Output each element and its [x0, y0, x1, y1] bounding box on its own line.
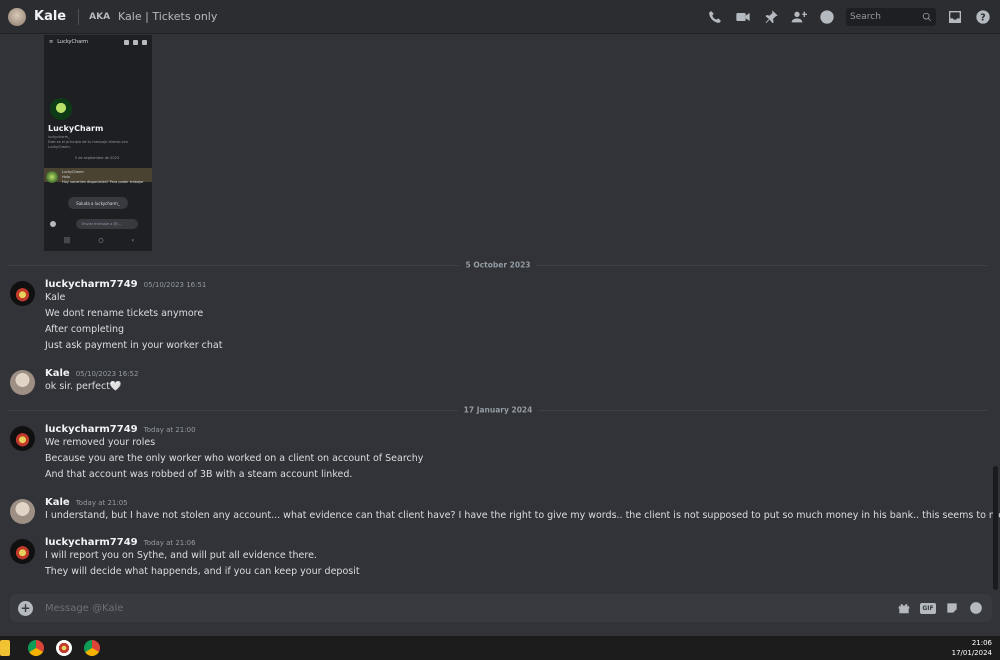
avatar[interactable] [10, 426, 35, 451]
avatar[interactable] [10, 370, 35, 395]
username[interactable]: luckycharm7749 [45, 424, 138, 435]
message-text: ok sir. perfect🤍 [45, 381, 122, 392]
timestamp: Today at 21:00 [143, 426, 196, 434]
attachment-wave-button: Saluda a luckycharm_ [68, 197, 128, 209]
message-header: Kale Today at 21:05 [45, 497, 128, 508]
app-icon[interactable] [56, 640, 72, 656]
message-text: After completing [45, 324, 125, 335]
attachment-nav-back: ‹ [131, 237, 134, 244]
search-input[interactable]: Search [846, 7, 936, 26]
nickname-label: Kale | Tickets only [118, 10, 218, 23]
header-toolbar: Search ? [706, 7, 992, 26]
avatar[interactable] [10, 539, 35, 564]
message-list[interactable]: ≡ LuckyCharm LuckyCharm luckycharm_ Este… [0, 35, 1000, 590]
user-avatar[interactable] [8, 7, 26, 26]
message-header: luckycharm7749 05/10/2023 16:51 [45, 279, 206, 290]
message-text: And that account was robbed of 3B with a… [45, 469, 353, 480]
file-explorer-icon[interactable] [0, 640, 10, 656]
inbox-icon[interactable] [946, 8, 964, 26]
message-text: Just ask payment in your worker chat [45, 340, 223, 351]
chrome-profile-icon[interactable] [84, 640, 100, 656]
attachment-call-icon [124, 39, 129, 45]
sticker-icon[interactable] [944, 600, 960, 616]
attachment-name: LuckyCharm [48, 124, 104, 133]
chrome-icon[interactable] [28, 640, 44, 656]
message-text: They will decide what happends, and if y… [45, 566, 360, 577]
attachment-date: 5 de septiembre de 2023 [74, 156, 120, 160]
attachment-nav-home: ○ [98, 237, 104, 244]
avatar[interactable] [10, 499, 35, 524]
attachment-input: Enviar mensaje a @l... [76, 219, 138, 229]
username[interactable]: luckycharm7749 [45, 537, 138, 548]
gif-label: GIF [920, 602, 936, 614]
image-attachment[interactable]: ≡ LuckyCharm LuckyCharm luckycharm_ Este… [44, 35, 152, 251]
aka-label: AKA [89, 11, 111, 22]
attachment-menu-icon: ≡ [49, 39, 54, 45]
message-header: luckycharm7749 Today at 21:06 [45, 537, 196, 548]
username[interactable]: Kale [45, 497, 70, 508]
dm-user-name[interactable]: Kale [34, 9, 66, 24]
timestamp: 05/10/2023 16:52 [75, 370, 139, 378]
username[interactable]: Kale [45, 368, 70, 379]
attachment-plus-icon [50, 221, 56, 227]
attachment-message-avatar [46, 171, 58, 183]
avatar[interactable] [10, 281, 35, 306]
date-divider: 17 January 2024 [8, 405, 988, 415]
timestamp: 05/10/2023 16:51 [143, 281, 207, 289]
svg-text:?: ? [980, 12, 985, 23]
timestamp: Today at 21:06 [143, 539, 196, 547]
message-text: We dont rename tickets anymore [45, 308, 204, 319]
attachment-topbar: ≡ LuckyCharm [44, 35, 152, 49]
emoji-icon[interactable] [968, 600, 984, 616]
search-placeholder: Search [850, 11, 881, 22]
message-text: I will report you on Sythe, and will put… [45, 550, 317, 561]
os-taskbar: 21:06 17/01/2024 [0, 636, 1000, 660]
message-text: Kale [45, 292, 66, 303]
search-icon [922, 12, 932, 21]
add-attachment-icon[interactable]: + [18, 600, 33, 616]
system-clock[interactable]: 21:06 17/01/2024 [952, 638, 992, 658]
timestamp: Today at 21:05 [75, 499, 128, 507]
video-call-icon[interactable] [734, 8, 752, 26]
message-header: luckycharm7749 Today at 21:00 [45, 424, 196, 435]
attachment-title: LuckyCharm [57, 39, 89, 45]
composer-tools: GIF [896, 600, 984, 616]
pin-icon[interactable] [762, 8, 780, 26]
attachment-video-icon [133, 39, 138, 45]
message-composer[interactable]: + Message @Kale GIF [10, 594, 992, 622]
channel-header: Kale AKA Kale | Tickets only Search ? [0, 0, 1000, 34]
scrollbar[interactable] [993, 466, 998, 590]
message-text: I understand, but I have not stolen any … [45, 510, 1000, 521]
attachment-profile-icon [142, 39, 147, 45]
attachment-message: LuckyCharm Hola Hay vacantes disponibles… [62, 170, 144, 185]
attachment-avatar [50, 98, 72, 120]
user-profile-icon[interactable] [818, 8, 836, 26]
gift-icon[interactable] [896, 600, 912, 616]
add-friend-icon[interactable] [790, 8, 808, 26]
message-header: Kale 05/10/2023 16:52 [45, 368, 138, 379]
message-input[interactable]: Message @Kale [45, 603, 123, 614]
date-divider-label: 17 January 2024 [457, 405, 539, 415]
voice-call-icon[interactable] [706, 8, 724, 26]
gif-icon[interactable]: GIF [920, 600, 936, 616]
date-divider-label: 5 October 2023 [459, 260, 537, 270]
username[interactable]: luckycharm7749 [45, 279, 138, 290]
attachment-nav-recent: ||| [64, 237, 71, 244]
message-text: Because you are the only worker who work… [45, 453, 424, 464]
attachment-nav: ||| ○ ‹ [64, 237, 134, 244]
attachment-message-text2: Hay vacantes disponibles? Para poder tra… [62, 180, 144, 184]
header-divider [78, 8, 80, 25]
help-icon[interactable]: ? [974, 8, 992, 26]
clock-time: 21:06 [971, 639, 992, 647]
clock-date: 17/01/2024 [951, 649, 992, 657]
date-divider: 5 October 2023 [8, 260, 988, 270]
attachment-intro: luckycharm_ Este es el principio de tu m… [48, 135, 146, 161]
message-text: We removed your roles [45, 437, 156, 448]
attachment-intro-text: Este es el principio de tu mensaje direc… [48, 140, 128, 149]
